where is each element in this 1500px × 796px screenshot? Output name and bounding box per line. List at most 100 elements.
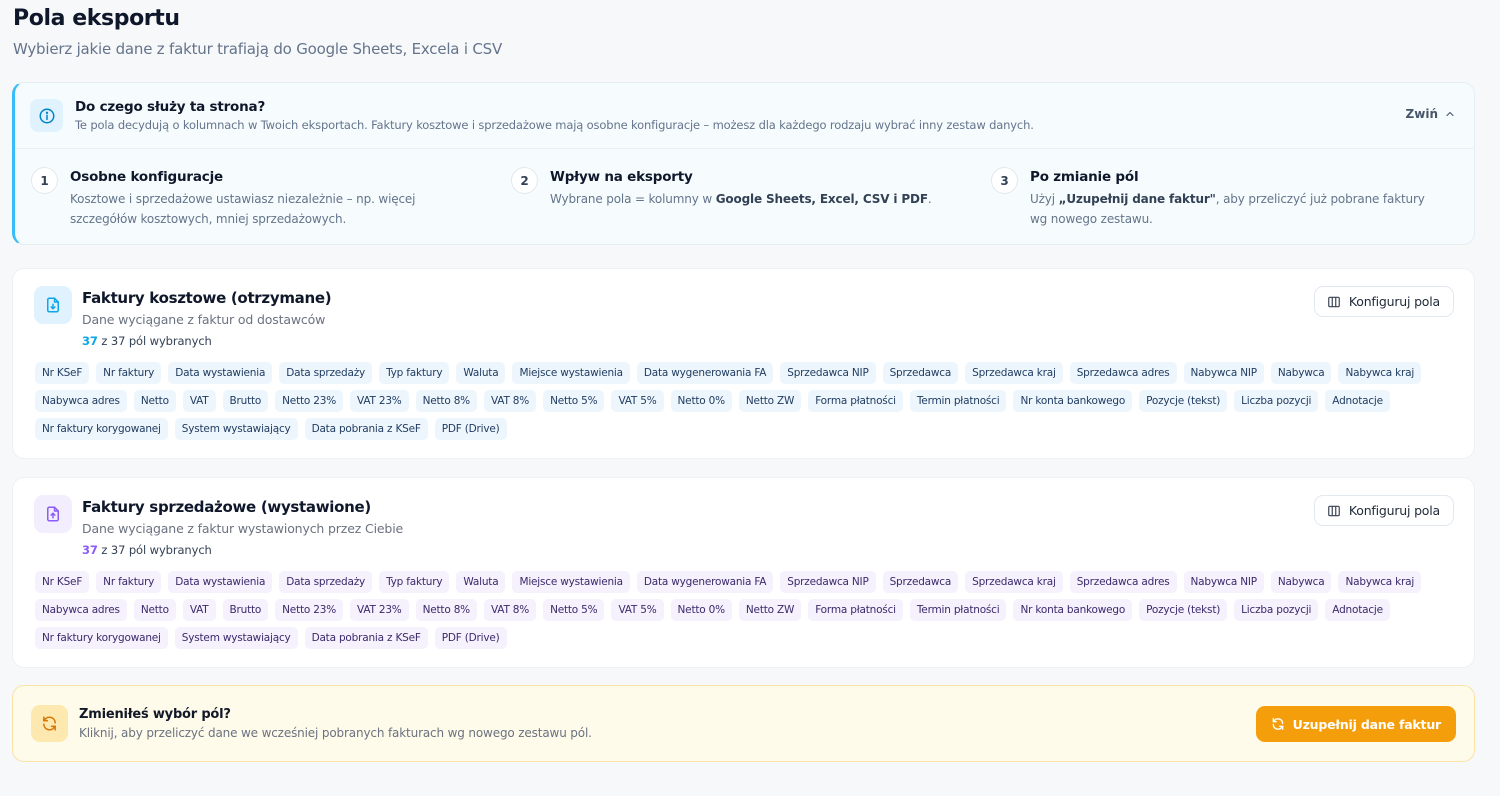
field-chip: Nr faktury korygowanej <box>35 627 168 649</box>
refresh-icon <box>1272 718 1284 730</box>
field-chip: Nr faktury korygowanej <box>35 418 168 440</box>
field-chip: Nabywca NIP <box>1183 571 1264 593</box>
field-chip: Sprzedawca adres <box>1069 362 1177 384</box>
field-chip: Brutto <box>222 390 269 412</box>
field-chip: Nr konta bankowego <box>1013 599 1133 621</box>
cost-invoices-card: Faktury kosztowe (otrzymane) Dane wyciąg… <box>12 268 1475 459</box>
field-chip: Miejsce wystawienia <box>512 571 630 593</box>
field-chip: Termin płatności <box>909 599 1007 621</box>
field-chip: Nr konta bankowego <box>1013 390 1133 412</box>
card-title: Faktury kosztowe (otrzymane) <box>82 289 332 307</box>
info-box: Do czego służy ta strona? Te pola decydu… <box>12 82 1475 245</box>
field-chip: Typ faktury <box>379 571 450 593</box>
field-chip: VAT 8% <box>483 390 537 412</box>
field-chip: VAT <box>182 390 216 412</box>
field-chip: Netto 8% <box>415 390 477 412</box>
field-chip: Data wystawienia <box>168 362 273 384</box>
field-chip: VAT 5% <box>611 599 664 621</box>
field-chip: Sprzedawca NIP <box>780 571 876 593</box>
refresh-icon <box>31 705 68 742</box>
field-chip: Pozycje (tekst) <box>1139 390 1228 412</box>
configure-fields-label: Konfiguruj pola <box>1348 503 1440 518</box>
field-chip: Waluta <box>456 571 506 593</box>
field-chip: Netto 0% <box>670 390 732 412</box>
info-description: Te pola decydują o kolumnach w Twoich ek… <box>75 118 1034 132</box>
field-chip: Forma płatności <box>808 390 903 412</box>
field-chip: Netto 8% <box>415 599 477 621</box>
info-icon <box>30 99 63 132</box>
field-chip: VAT 5% <box>611 390 664 412</box>
field-chip: Sprzedawca adres <box>1069 571 1177 593</box>
field-chip: Liczba pozycji <box>1234 599 1319 621</box>
field-chip: Nabywca adres <box>35 599 127 621</box>
field-chip: Sprzedawca <box>882 571 959 593</box>
banner-text: Kliknij, aby przeliczyć dane we wcześnie… <box>79 726 592 740</box>
card-subtitle: Dane wyciągane z faktur od dostawców <box>82 312 326 327</box>
update-invoices-label: Uzupełnij dane faktur <box>1292 716 1442 732</box>
field-chip: Sprzedawca kraj <box>965 362 1063 384</box>
cost-field-chips: Nr KSeF Nr faktury Data wystawienia Data sp… <box>35 362 1455 440</box>
field-chip: Data wygenerowania FA <box>636 571 774 593</box>
chevron-up-icon <box>1446 111 1454 117</box>
field-chip: Sprzedawca kraj <box>965 571 1063 593</box>
field-chip: PDF (Drive) <box>434 627 507 649</box>
field-chip: Forma płatności <box>808 599 903 621</box>
columns-icon <box>1328 505 1340 516</box>
field-chip: VAT <box>182 599 216 621</box>
field-chip: VAT 23% <box>350 599 409 621</box>
field-chip: Sprzedawca <box>882 362 959 384</box>
field-chip: Sprzedawca NIP <box>780 362 876 384</box>
field-chip: Nr faktury <box>96 362 162 384</box>
field-chip: Data sprzedaży <box>279 362 373 384</box>
info-title: Do czego służy ta strona? <box>75 99 266 115</box>
configure-fields-button[interactable]: Konfiguruj pola <box>1313 286 1454 317</box>
info-header[interactable]: Do czego służy ta strona? Te pola decydu… <box>15 83 1474 149</box>
field-chip: Adnotacje <box>1325 599 1390 621</box>
field-chip: Netto 5% <box>543 599 605 621</box>
field-chip: Data pobrania z KSeF <box>304 627 428 649</box>
collapse-button[interactable]: Zwiń <box>1406 107 1456 121</box>
sales-invoices-card: Faktury sprzedażowe (wystawione) Dane wy… <box>12 477 1475 668</box>
field-chip: Nabywca <box>1270 362 1332 384</box>
step-number: 1 <box>31 167 58 194</box>
field-chip: Nabywca NIP <box>1183 362 1264 384</box>
sales-field-chips: Nr KSeF Nr faktury Data wystawienia Data sp… <box>35 571 1455 649</box>
step-number: 3 <box>991 167 1018 194</box>
field-chip: Brutto <box>222 599 269 621</box>
file-upload-icon <box>34 495 72 533</box>
field-chip: Adnotacje <box>1325 390 1390 412</box>
card-subtitle: Dane wyciągane z faktur wystawionych prz… <box>82 521 404 536</box>
step-text: Użyj „Uzupełnij dane faktur", aby przeli… <box>1030 192 1425 226</box>
page-title: Pola eksportu <box>13 6 180 31</box>
field-chip: Miejsce wystawienia <box>512 362 630 384</box>
card-title: Faktury sprzedażowe (wystawione) <box>82 498 371 516</box>
field-chip: Netto <box>133 390 176 412</box>
file-download-icon <box>34 286 72 324</box>
selected-count: 37 z 37 pól wybranych <box>82 543 212 557</box>
field-chip: Netto 23% <box>275 599 344 621</box>
page-subtitle: Wybierz jakie dane z faktur trafiają do … <box>13 40 503 58</box>
field-chip: Data sprzedaży <box>279 571 373 593</box>
field-chip: System wystawiający <box>174 627 298 649</box>
field-chip: Netto ZW <box>738 390 802 412</box>
field-chip: Nabywca <box>1270 571 1332 593</box>
field-chip: Nabywca adres <box>35 390 127 412</box>
field-chip: Netto 0% <box>670 599 732 621</box>
field-chip: Waluta <box>456 362 506 384</box>
step-text: Kosztowe i sprzedażowe ustawiasz niezale… <box>70 192 416 226</box>
field-chip: Termin płatności <box>909 390 1007 412</box>
step-title: Osobne konfiguracje <box>70 169 223 185</box>
field-chip: Data wystawienia <box>168 571 273 593</box>
columns-icon <box>1328 296 1340 307</box>
field-chip: Netto <box>133 599 176 621</box>
step-number: 2 <box>511 167 538 194</box>
field-chip: VAT 8% <box>483 599 537 621</box>
field-chip: Nr KSeF <box>35 571 90 593</box>
step-text: Wybrane pola = kolumny w Google Sheets, … <box>550 192 932 206</box>
update-invoices-button[interactable]: Uzupełnij dane faktur <box>1255 706 1456 742</box>
field-chip: Nr faktury <box>96 571 162 593</box>
configure-fields-button[interactable]: Konfiguruj pola <box>1313 495 1454 526</box>
field-chip: Nr KSeF <box>35 362 90 384</box>
field-chip: Nabywca kraj <box>1338 571 1422 593</box>
field-chip: Netto 5% <box>543 390 605 412</box>
